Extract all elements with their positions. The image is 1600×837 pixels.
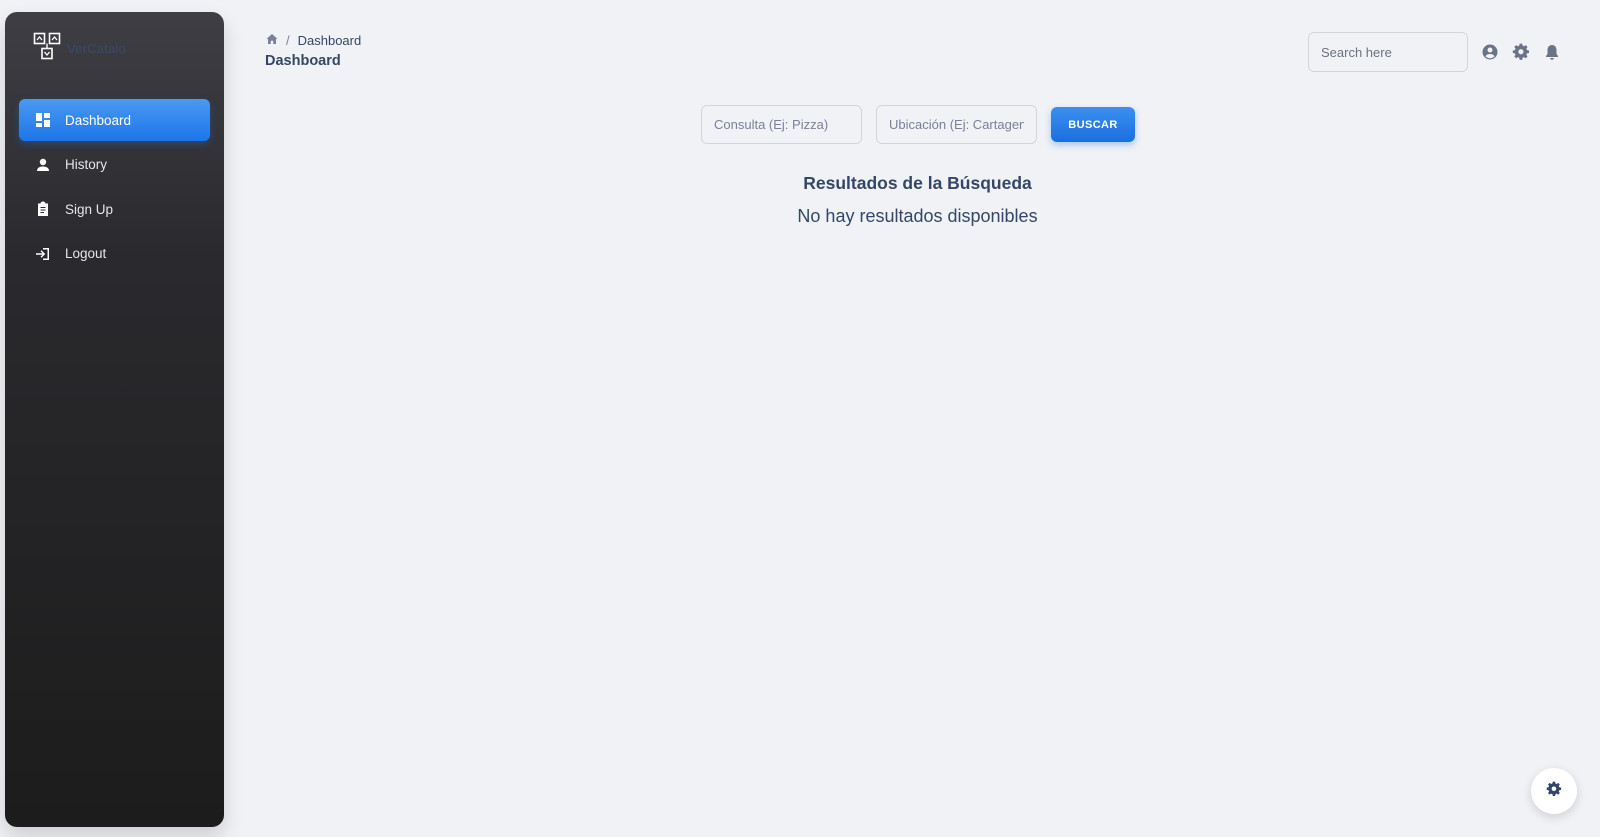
gear-icon xyxy=(1546,781,1562,802)
brand-name: VerCatalo xyxy=(67,41,126,56)
search-form: BUSCAR xyxy=(701,105,1135,144)
page-title: Dashboard xyxy=(265,53,341,69)
bell-icon[interactable] xyxy=(1543,43,1561,66)
sitemap-logo-icon xyxy=(33,32,61,65)
login-arrow-icon xyxy=(35,246,51,262)
header-icons xyxy=(1481,43,1561,66)
account-circle-icon[interactable] xyxy=(1481,43,1499,66)
sidebar-item-label: Logout xyxy=(65,246,107,261)
person-icon xyxy=(35,157,51,173)
breadcrumb: / Dashboard xyxy=(266,33,361,48)
sidebar-item-label: History xyxy=(65,157,108,172)
search-button[interactable]: BUSCAR xyxy=(1051,107,1135,142)
sidebar-item-dashboard[interactable]: Dashboard xyxy=(19,99,210,141)
gear-icon[interactable] xyxy=(1512,43,1530,66)
brand[interactable]: VerCatalo xyxy=(33,32,126,65)
search-input[interactable] xyxy=(1308,32,1468,72)
dashboard-icon xyxy=(35,112,51,128)
location-input[interactable] xyxy=(876,105,1037,144)
sidebar-item-logout[interactable]: Logout xyxy=(19,233,210,275)
empty-results-message: No hay resultados disponibles xyxy=(797,206,1038,226)
breadcrumb-separator: / xyxy=(286,33,290,48)
results-title: Resultados de la Búsqueda xyxy=(803,173,1032,193)
breadcrumb-current: Dashboard xyxy=(297,33,362,48)
home-icon[interactable] xyxy=(266,33,278,48)
query-input[interactable] xyxy=(701,105,862,144)
sidebar-item-label: Dashboard xyxy=(65,112,132,128)
sidebar: VerCatalo Dashboard History Sign Up Logo… xyxy=(5,12,224,827)
settings-fab-button[interactable] xyxy=(1531,768,1577,814)
